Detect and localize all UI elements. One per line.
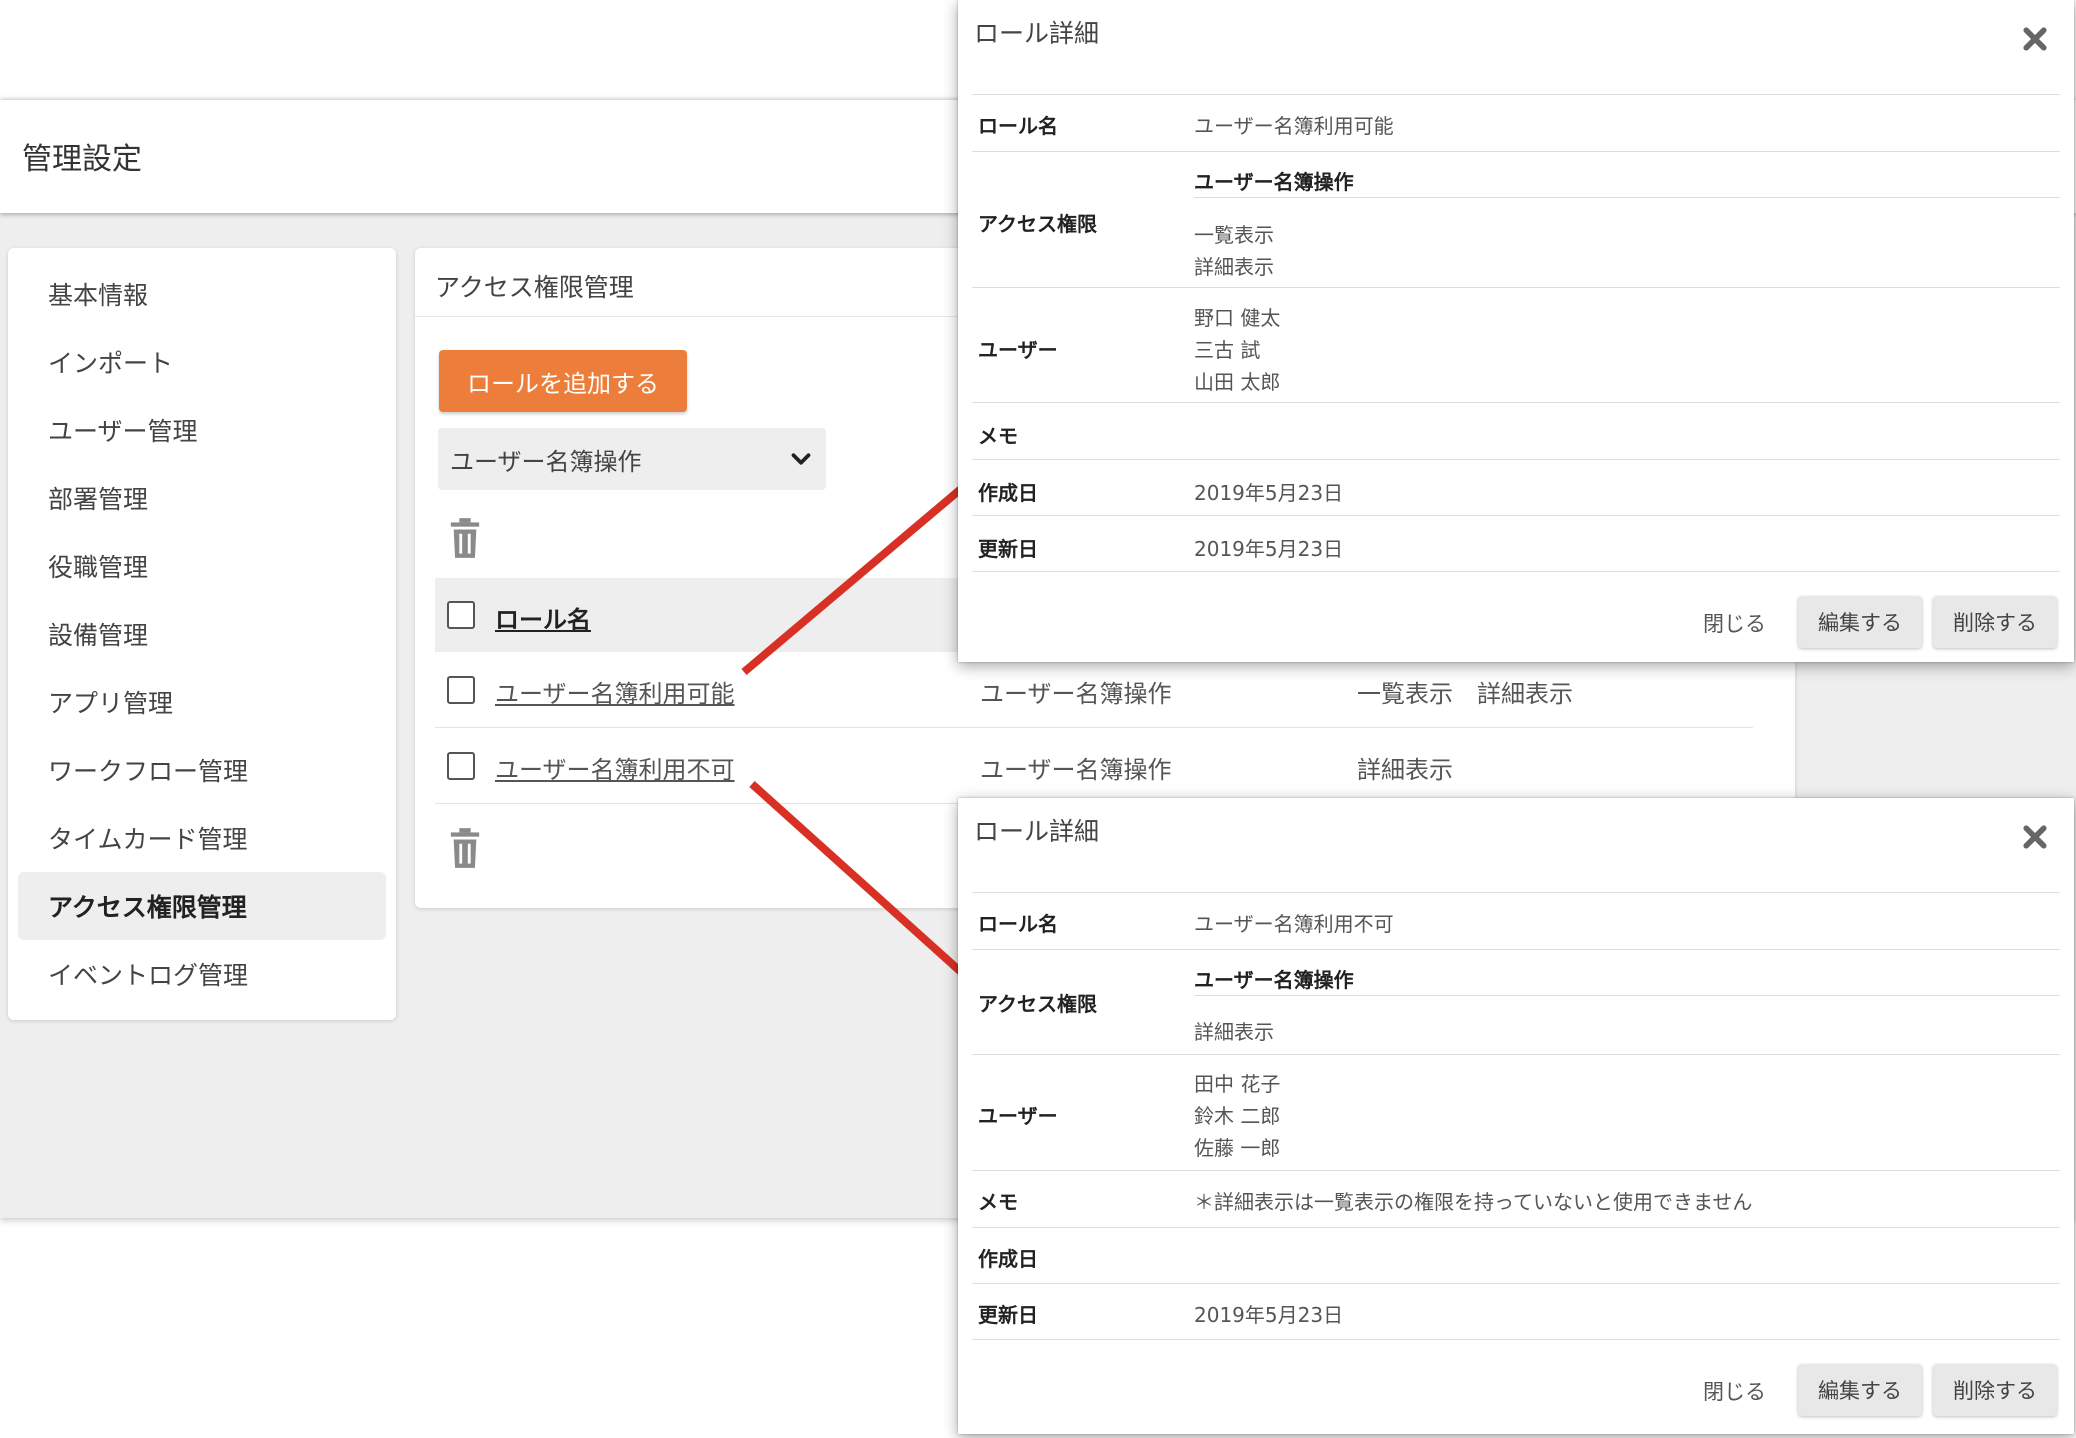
created-value: 2019年5月23日 bbox=[1194, 481, 1344, 505]
dialog-divider bbox=[972, 515, 2060, 516]
sidebar-item-event-log[interactable]: イベントログ管理 bbox=[18, 940, 386, 1008]
sidebar-item-departments[interactable]: 部署管理 bbox=[18, 464, 386, 532]
role-link[interactable]: ユーザー名簿利用不可 bbox=[495, 750, 735, 785]
sidebar-item-timecard[interactable]: タイムカード管理 bbox=[18, 804, 386, 872]
dialog-divider bbox=[972, 402, 2060, 403]
permission-item: 一覧表示 bbox=[1194, 223, 1274, 247]
created-label: 作成日 bbox=[978, 481, 1038, 505]
users-label: ユーザー bbox=[978, 338, 1058, 362]
edit-button[interactable]: 編集する bbox=[1798, 1364, 1922, 1416]
sidebar-item-apps[interactable]: アプリ管理 bbox=[18, 668, 386, 736]
dialog-divider bbox=[972, 94, 2060, 95]
delete-button[interactable]: 削除する bbox=[1933, 596, 2057, 648]
sidebar-item-access-control[interactable]: アクセス権限管理 bbox=[18, 872, 386, 940]
sidebar-item-users[interactable]: ユーザー管理 bbox=[18, 396, 386, 464]
close-icon[interactable] bbox=[2020, 822, 2050, 852]
memo-label: メモ bbox=[978, 424, 1018, 448]
dialog-divider bbox=[972, 1170, 2060, 1171]
role-name-label: ロール名 bbox=[978, 114, 1058, 138]
dialog-divider bbox=[972, 1054, 2060, 1055]
created-label: 作成日 bbox=[978, 1247, 1038, 1271]
access-category: ユーザー名簿操作 bbox=[1194, 968, 1354, 992]
row-checkbox[interactable] bbox=[447, 752, 475, 780]
sidebar: 基本情報 インポート ユーザー管理 部署管理 役職管理 設備管理 アプリ管理 ワ… bbox=[8, 248, 396, 1020]
category-select[interactable]: ユーザー名簿操作 bbox=[438, 428, 826, 490]
updated-label: 更新日 bbox=[978, 537, 1038, 561]
memo-value: ＊詳細表示は一覧表示の権限を持っていないと使用できません bbox=[1194, 1190, 1753, 1214]
role-name-value: ユーザー名簿利用可能 bbox=[1194, 114, 1394, 138]
trash-icon[interactable] bbox=[448, 828, 482, 868]
role-name-value: ユーザー名簿利用不可 bbox=[1194, 912, 1394, 936]
user-item: 三古 試 bbox=[1194, 338, 1261, 362]
chevron-down-icon bbox=[791, 453, 811, 465]
users-label: ユーザー bbox=[978, 1104, 1058, 1128]
select-all-checkbox[interactable] bbox=[447, 601, 475, 629]
role-name-label: ロール名 bbox=[978, 912, 1058, 936]
dialog-divider bbox=[972, 151, 2060, 152]
role-link[interactable]: ユーザー名簿利用可能 bbox=[495, 674, 735, 709]
table-row: ユーザー名簿利用不可 ユーザー名簿操作 詳細表示 bbox=[435, 728, 1753, 804]
dialog-divider bbox=[972, 571, 2060, 572]
sidebar-item-workflow[interactable]: ワークフロー管理 bbox=[18, 736, 386, 804]
role-permissions: 一覧表示 詳細表示 bbox=[1357, 680, 1573, 708]
dialog-divider bbox=[972, 949, 2060, 950]
table-row: ユーザー名簿利用可能 ユーザー名簿操作 一覧表示 詳細表示 bbox=[435, 652, 1753, 728]
role-detail-dialog: ロール詳細 ロール名 ユーザー名簿利用不可 アクセス権限 ユーザー名簿操作 詳細… bbox=[958, 798, 2074, 1434]
role-category: ユーザー名簿操作 bbox=[980, 680, 1172, 708]
dialog-title: ロール詳細 bbox=[974, 19, 1100, 48]
close-button[interactable]: 閉じる bbox=[1703, 1376, 1766, 1406]
close-button[interactable]: 閉じる bbox=[1703, 608, 1766, 638]
dialog-divider bbox=[972, 459, 2060, 460]
dialog-divider bbox=[972, 1227, 2060, 1228]
sidebar-item-positions[interactable]: 役職管理 bbox=[18, 532, 386, 600]
add-role-button[interactable]: ロールを追加する bbox=[439, 350, 687, 412]
dialog-divider bbox=[972, 1339, 2060, 1340]
memo-label: メモ bbox=[978, 1190, 1018, 1214]
permission-item: 詳細表示 bbox=[1194, 1020, 1274, 1044]
dialog-divider bbox=[1194, 197, 2060, 198]
dialog-divider bbox=[1194, 995, 2060, 996]
edit-button[interactable]: 編集する bbox=[1798, 596, 1922, 648]
updated-label: 更新日 bbox=[978, 1303, 1038, 1327]
role-detail-dialog: ロール詳細 ロール名 ユーザー名簿利用可能 アクセス権限 ユーザー名簿操作 一覧… bbox=[958, 0, 2074, 662]
page-title: 管理設定 bbox=[22, 142, 142, 177]
permission-item: 詳細表示 bbox=[1194, 255, 1274, 279]
user-item: 佐藤 一郎 bbox=[1194, 1136, 1281, 1160]
category-select-value: ユーザー名簿操作 bbox=[450, 447, 642, 476]
sidebar-item-basic-info[interactable]: 基本情報 bbox=[18, 260, 386, 328]
row-checkbox[interactable] bbox=[447, 676, 475, 704]
user-item: 野口 健太 bbox=[1194, 306, 1281, 330]
page: 管理設定 基本情報 インポート ユーザー管理 部署管理 役職管理 設備管理 アプ… bbox=[0, 0, 2076, 1438]
role-category: ユーザー名簿操作 bbox=[980, 756, 1172, 784]
updated-value: 2019年5月23日 bbox=[1194, 537, 1344, 561]
trash-icon[interactable] bbox=[448, 518, 482, 558]
role-permissions: 詳細表示 bbox=[1357, 756, 1453, 784]
column-header-role-name[interactable]: ロール名 bbox=[495, 600, 591, 635]
user-item: 山田 太郎 bbox=[1194, 370, 1281, 394]
dialog-title: ロール詳細 bbox=[974, 817, 1100, 846]
user-item: 鈴木 二郎 bbox=[1194, 1104, 1281, 1128]
access-label: アクセス権限 bbox=[978, 992, 1097, 1016]
dialog-divider bbox=[972, 892, 2060, 893]
access-label: アクセス権限 bbox=[978, 212, 1097, 236]
dialog-divider bbox=[972, 287, 2060, 288]
sidebar-item-equipment[interactable]: 設備管理 bbox=[18, 600, 386, 668]
updated-value: 2019年5月23日 bbox=[1194, 1303, 1344, 1327]
close-icon[interactable] bbox=[2020, 24, 2050, 54]
card-title: アクセス権限管理 bbox=[435, 273, 634, 302]
delete-button[interactable]: 削除する bbox=[1933, 1364, 2057, 1416]
dialog-divider bbox=[972, 1283, 2060, 1284]
user-item: 田中 花子 bbox=[1194, 1072, 1281, 1096]
access-category: ユーザー名簿操作 bbox=[1194, 170, 1354, 194]
sidebar-item-import[interactable]: インポート bbox=[18, 328, 386, 396]
